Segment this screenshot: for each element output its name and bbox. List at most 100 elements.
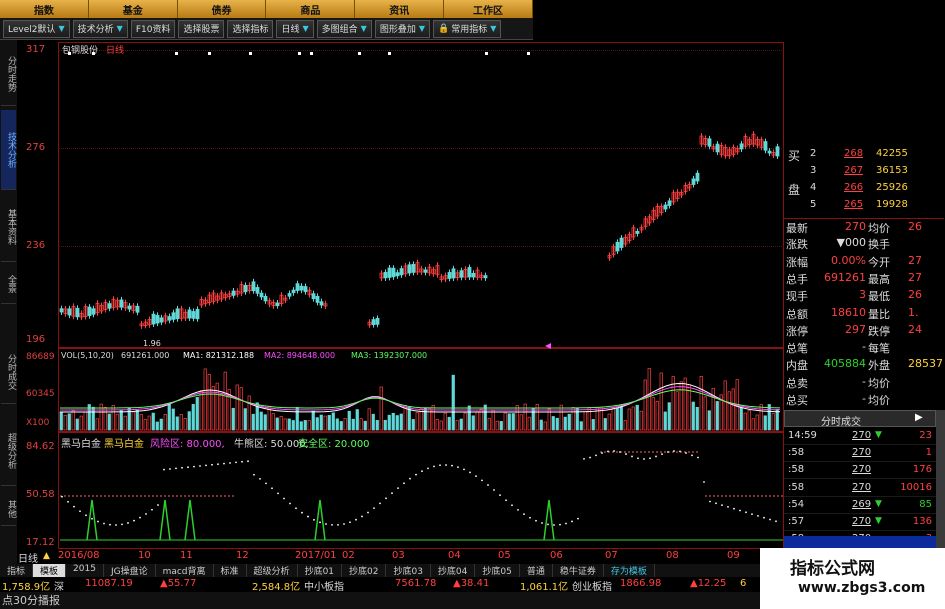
candle-body	[383, 271, 388, 279]
indicator-dot	[223, 462, 225, 465]
candle-body	[159, 317, 164, 323]
candle-body	[275, 302, 280, 307]
candle-body	[775, 146, 780, 157]
volume-bar	[343, 418, 347, 431]
indicator-tab[interactable]: 存为模板	[604, 564, 655, 577]
quote-value: 0.00%	[831, 253, 866, 267]
ticker-label[interactable]: 深	[54, 578, 64, 593]
indicator-dot	[211, 463, 213, 466]
indicator-dot	[373, 507, 375, 510]
trades-header[interactable]: 分时成交 ▶	[784, 410, 936, 428]
volume-bar	[511, 413, 515, 431]
indicator-tab[interactable]: macd背离	[156, 564, 214, 577]
quote-value-2: 27	[908, 253, 922, 267]
ticker-label[interactable]: 中小板指	[304, 578, 344, 593]
candle-body	[667, 200, 672, 206]
candle-body	[739, 143, 744, 150]
volume-bar	[111, 404, 115, 431]
quote-label: 涨停	[786, 324, 808, 338]
quote-row: 最新 270 均价 26	[784, 218, 944, 235]
trade-row[interactable]: :57 270 ▼ 136	[784, 514, 936, 531]
volume-bar	[543, 421, 547, 431]
ticker-label[interactable]: 创业板指	[572, 578, 612, 593]
period-label-bottom[interactable]: 日线	[18, 550, 38, 565]
candle-body	[459, 270, 464, 278]
volume-bar	[287, 418, 291, 431]
indicator-tab[interactable]: 抄底03	[386, 564, 431, 577]
volume-bar	[295, 407, 299, 431]
trade-time: 14:59	[788, 430, 817, 441]
trade-row[interactable]: :58 270 176	[784, 462, 936, 480]
indicator-tab[interactable]: 指标	[0, 564, 34, 577]
volume-bar	[495, 420, 499, 431]
indicator-dot	[733, 507, 735, 510]
candle-body	[311, 293, 316, 300]
candle-body	[471, 272, 476, 278]
bid-volume: 19928	[876, 199, 908, 210]
indicator-dot	[415, 473, 417, 476]
order-book-row[interactable]: 3 267 36153	[784, 163, 944, 180]
trade-volume: 10016	[900, 481, 932, 493]
volume-bar	[347, 410, 351, 431]
indicator-dot	[565, 522, 567, 525]
quote-label-2: 今开	[868, 255, 890, 269]
indicator-tab[interactable]: 稳牛证券	[553, 564, 604, 577]
volume-bar	[499, 421, 503, 431]
indicator-tab[interactable]: 模板	[33, 564, 67, 577]
volume-bar	[763, 415, 767, 431]
volume-bar	[175, 416, 179, 431]
indicator-dot	[595, 454, 597, 457]
indicator-dot	[205, 464, 207, 467]
trade-row[interactable]: :54 269 ▼ 85	[784, 497, 936, 514]
quote-value-2: 28537	[908, 357, 943, 371]
candle-body	[303, 286, 308, 293]
indicator-dot	[469, 471, 471, 474]
trade-row[interactable]: 14:59 270 ▼ 23	[784, 428, 936, 445]
volume-bar	[107, 413, 111, 431]
quote-label: 总卖	[786, 376, 808, 390]
volume-bar	[163, 414, 167, 431]
index-ticker: 1,758.9亿深 11087.19 ▲55.77 2,584.8亿 中小板指 7561.…	[0, 577, 760, 593]
trade-list-scrollbar[interactable]	[936, 410, 945, 548]
indicator-dot	[559, 523, 561, 526]
indicator-dot	[277, 492, 279, 495]
candle-body	[87, 306, 92, 317]
candle-body	[299, 285, 304, 291]
indicator-tab[interactable]: 抄底05	[475, 564, 520, 577]
order-book-row[interactable]: 盘 4 266 25926	[784, 180, 944, 197]
volume-bar	[223, 371, 227, 431]
quote-row: 总卖 - 均价	[784, 374, 944, 391]
candle-body	[663, 204, 668, 210]
order-book-row[interactable]: 买 2 268 42255	[784, 146, 944, 163]
volume-bar	[359, 418, 363, 431]
volume-bar	[463, 412, 467, 431]
indicator-tab[interactable]: 普通	[520, 564, 553, 577]
expand-arrow-icon[interactable]: ▶	[915, 412, 923, 423]
trade-price: 270	[852, 447, 872, 459]
volume-bar	[759, 404, 763, 431]
order-book-row[interactable]: 5 265 19928	[784, 197, 944, 214]
candle-body	[695, 172, 700, 182]
volume-bar	[83, 411, 87, 431]
volume-bar	[603, 418, 607, 431]
trade-row[interactable]: :58 270 10016	[784, 480, 936, 497]
volume-bar	[231, 407, 235, 431]
indicator-tab[interactable]: 抄底02	[342, 564, 387, 577]
indicator-tab[interactable]: JG操盘论	[104, 564, 156, 577]
indicator-dot	[583, 457, 585, 460]
indicator-dot	[109, 523, 111, 526]
volume-bar	[755, 414, 759, 431]
indicator-tab[interactable]: 抄底04	[431, 564, 476, 577]
candle-body	[387, 267, 392, 278]
indicator-dot	[181, 466, 183, 469]
indicator-tab[interactable]: 超级分析	[247, 564, 298, 577]
indicator-dot	[103, 522, 105, 525]
trade-row[interactable]: :58 270 1	[784, 445, 936, 463]
indicator-dot	[601, 452, 603, 454]
volume-bar	[515, 405, 519, 431]
indicator-tab[interactable]: 2015	[66, 564, 104, 577]
volume-bar	[527, 416, 531, 431]
indicator-tab[interactable]: 抄底01	[298, 564, 343, 577]
indicator-tab[interactable]: 标准	[214, 564, 247, 577]
date-tick: 2017/01	[295, 550, 337, 561]
